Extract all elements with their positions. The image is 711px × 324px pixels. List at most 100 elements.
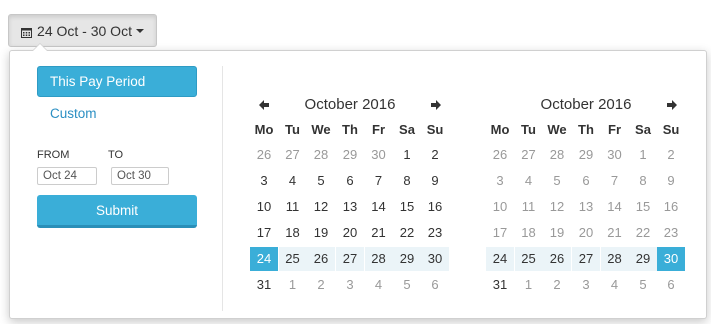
weekday-label: Sa bbox=[399, 122, 415, 137]
day-cell[interactable]: 18 bbox=[279, 221, 307, 245]
day-cell[interactable]: 7 bbox=[601, 169, 629, 193]
day-cell[interactable]: 27 bbox=[279, 143, 307, 167]
day-cell[interactable]: 3 bbox=[250, 169, 278, 193]
day-cell[interactable]: 4 bbox=[515, 169, 543, 193]
day-cell[interactable]: 2 bbox=[657, 143, 685, 167]
day-cell[interactable]: 4 bbox=[365, 273, 393, 297]
weekday-label: Fr bbox=[608, 122, 621, 137]
day-cell[interactable]: 19 bbox=[543, 221, 571, 245]
day-cell[interactable]: 25 bbox=[278, 247, 307, 271]
day-cell[interactable]: 30 bbox=[601, 143, 629, 167]
day-cell[interactable]: 17 bbox=[486, 221, 514, 245]
day-cell[interactable]: 22 bbox=[393, 221, 421, 245]
day-cell[interactable]: 8 bbox=[393, 169, 421, 193]
next-month-icon[interactable] bbox=[666, 98, 678, 110]
day-cell[interactable]: 30 bbox=[657, 247, 685, 271]
day-cell[interactable]: 11 bbox=[515, 195, 543, 219]
day-cell[interactable]: 14 bbox=[365, 195, 393, 219]
day-cell[interactable]: 15 bbox=[629, 195, 657, 219]
day-cell[interactable]: 9 bbox=[421, 169, 449, 193]
day-cell[interactable]: 27 bbox=[336, 247, 364, 271]
day-cell[interactable]: 5 bbox=[543, 169, 571, 193]
day-cell[interactable]: 29 bbox=[572, 143, 600, 167]
weekday-label: We bbox=[547, 122, 567, 137]
day-cell[interactable]: 31 bbox=[486, 273, 514, 297]
day-cell[interactable]: 6 bbox=[336, 169, 364, 193]
day-cell[interactable]: 12 bbox=[543, 195, 571, 219]
date-range-toggle-button[interactable]: 24 Oct - 30 Oct bbox=[8, 14, 157, 47]
day-cell[interactable]: 25 bbox=[514, 247, 543, 271]
weekday-label: We bbox=[311, 122, 331, 137]
custom-range-link[interactable]: Custom bbox=[50, 106, 97, 121]
day-cell[interactable]: 21 bbox=[601, 221, 629, 245]
day-cell[interactable]: 26 bbox=[250, 143, 278, 167]
day-cell[interactable]: 28 bbox=[307, 143, 335, 167]
day-cell[interactable]: 19 bbox=[307, 221, 335, 245]
day-cell[interactable]: 15 bbox=[393, 195, 421, 219]
day-cell[interactable]: 21 bbox=[365, 221, 393, 245]
day-cell[interactable]: 6 bbox=[657, 273, 685, 297]
weekday-label: Su bbox=[662, 122, 680, 137]
day-cell[interactable]: 23 bbox=[421, 221, 449, 245]
day-cell[interactable]: 26 bbox=[486, 143, 514, 167]
day-cell[interactable]: 31 bbox=[250, 273, 278, 297]
day-cell[interactable]: 12 bbox=[307, 195, 335, 219]
day-cell[interactable]: 24 bbox=[250, 247, 278, 271]
day-cell[interactable]: 14 bbox=[601, 195, 629, 219]
day-cell[interactable]: 20 bbox=[572, 221, 600, 245]
day-cell[interactable]: 20 bbox=[336, 221, 364, 245]
day-cell[interactable]: 5 bbox=[629, 273, 657, 297]
day-cell[interactable]: 28 bbox=[600, 247, 629, 271]
day-cell[interactable]: 26 bbox=[543, 247, 571, 271]
day-cell[interactable]: 24 bbox=[486, 247, 514, 271]
day-cell[interactable]: 27 bbox=[515, 143, 543, 167]
day-cell[interactable]: 26 bbox=[307, 247, 335, 271]
calendar-left: October 2016 Mo Tu We Th Fr Sa Su 26 27 28 29 30 1 2… bbox=[250, 51, 450, 320]
day-cell[interactable]: 30 bbox=[421, 247, 449, 271]
day-cell[interactable]: 8 bbox=[629, 169, 657, 193]
day-cell[interactable]: 28 bbox=[543, 143, 571, 167]
day-cell[interactable]: 1 bbox=[279, 273, 307, 297]
day-cell[interactable]: 22 bbox=[629, 221, 657, 245]
day-cell[interactable]: 1 bbox=[393, 143, 421, 167]
day-cell[interactable]: 16 bbox=[421, 195, 449, 219]
day-cell[interactable]: 2 bbox=[421, 143, 449, 167]
day-cell[interactable]: 6 bbox=[572, 169, 600, 193]
day-cell[interactable]: 13 bbox=[572, 195, 600, 219]
day-cell[interactable]: 10 bbox=[486, 195, 514, 219]
day-cell[interactable]: 29 bbox=[336, 143, 364, 167]
day-cell[interactable]: 6 bbox=[421, 273, 449, 297]
day-cell[interactable]: 7 bbox=[365, 169, 393, 193]
day-cell[interactable]: 3 bbox=[486, 169, 514, 193]
day-cell[interactable]: 16 bbox=[657, 195, 685, 219]
day-cell[interactable]: 10 bbox=[250, 195, 278, 219]
day-cell[interactable]: 1 bbox=[629, 143, 657, 167]
day-cell[interactable]: 11 bbox=[279, 195, 307, 219]
day-cell[interactable]: 27 bbox=[572, 247, 600, 271]
day-cell[interactable]: 5 bbox=[393, 273, 421, 297]
month-title: October 2016 bbox=[304, 96, 396, 113]
day-cell[interactable]: 17 bbox=[250, 221, 278, 245]
from-date-input[interactable]: Oct 24 bbox=[37, 167, 97, 185]
day-cell[interactable]: 3 bbox=[336, 273, 364, 297]
this-pay-period-button[interactable]: This Pay Period bbox=[37, 66, 197, 97]
next-month-icon[interactable] bbox=[430, 98, 442, 110]
day-cell[interactable]: 30 bbox=[365, 143, 393, 167]
day-cell[interactable]: 4 bbox=[601, 273, 629, 297]
day-cell[interactable]: 9 bbox=[657, 169, 685, 193]
day-cell[interactable]: 13 bbox=[336, 195, 364, 219]
day-cell[interactable]: 18 bbox=[515, 221, 543, 245]
weekday-label: Mo bbox=[254, 122, 274, 137]
day-cell[interactable]: 1 bbox=[515, 273, 543, 297]
day-cell[interactable]: 29 bbox=[629, 247, 657, 271]
day-cell[interactable]: 29 bbox=[393, 247, 421, 271]
day-cell[interactable]: 4 bbox=[279, 169, 307, 193]
day-cell[interactable]: 2 bbox=[543, 273, 571, 297]
day-cell[interactable]: 5 bbox=[307, 169, 335, 193]
day-cell[interactable]: 28 bbox=[364, 247, 393, 271]
day-cell[interactable]: 23 bbox=[657, 221, 685, 245]
day-cell[interactable]: 2 bbox=[307, 273, 335, 297]
submit-button[interactable]: Submit bbox=[37, 195, 197, 228]
to-date-input[interactable]: Oct 30 bbox=[111, 167, 169, 185]
day-cell[interactable]: 3 bbox=[572, 273, 600, 297]
